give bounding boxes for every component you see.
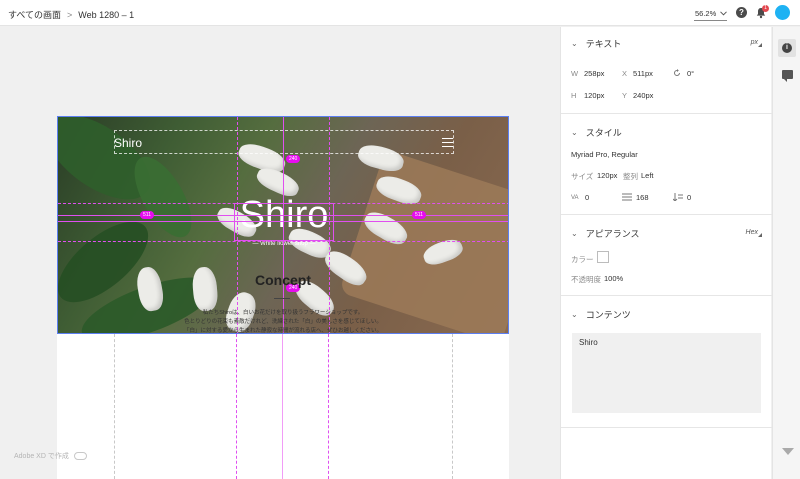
creative-cloud-icon bbox=[73, 452, 87, 460]
guide-line bbox=[58, 215, 508, 216]
guide-line bbox=[282, 334, 283, 479]
guide-line bbox=[236, 334, 237, 479]
guide-line bbox=[329, 117, 330, 333]
chevron-down-icon: ⌄ bbox=[571, 39, 578, 48]
notification-badge: 1 bbox=[762, 5, 769, 12]
zoom-underline bbox=[694, 20, 727, 21]
text-section-title: テキスト bbox=[585, 39, 622, 49]
svg-text:VA: VA bbox=[571, 195, 579, 201]
selection-box bbox=[234, 203, 334, 241]
chevron-down-icon: ⌄ bbox=[571, 310, 578, 319]
font-family-field[interactable]: Myriad Pro, Regular bbox=[571, 150, 638, 159]
content-section-title: コンテンツ bbox=[585, 310, 631, 320]
rotation-field[interactable]: 0° bbox=[687, 69, 694, 78]
corner-triangle-icon[interactable] bbox=[758, 233, 762, 237]
align-label: 整列 bbox=[623, 172, 638, 181]
y-field[interactable]: 240px bbox=[633, 91, 653, 100]
width-field[interactable]: 258px bbox=[584, 69, 604, 78]
line-spacing-icon bbox=[622, 193, 632, 201]
breadcrumb-root[interactable]: すべての画面 bbox=[8, 8, 61, 21]
char-spacing-icon: VA bbox=[571, 195, 579, 201]
hero-logo[interactable]: Shiro bbox=[114, 136, 142, 150]
paragraph-spacing-field[interactable]: 0 bbox=[687, 193, 691, 202]
artboard[interactable]: Shiro Shiro — White flower shop — 240 51… bbox=[57, 116, 509, 479]
text-section: ⌄ テキスト px W 258px X 511px 0° H 120px Y 2… bbox=[561, 27, 772, 114]
design-canvas[interactable]: Shiro Shiro — White flower shop — 240 51… bbox=[0, 27, 560, 479]
concept-text[interactable]: 私たちShiroは、白いお花だけを取り扱うフラワーショップです。 色とりどりの花… bbox=[57, 309, 509, 336]
font-size-label: サイズ bbox=[571, 172, 594, 181]
guide-line bbox=[328, 334, 329, 479]
zoom-dropdown[interactable]: 56.2% bbox=[695, 9, 728, 18]
info-icon: i bbox=[782, 43, 792, 53]
side-toolbar: i bbox=[772, 27, 800, 479]
concept-line: 「白」に対する愛から生まれた静寂な時間が流れる店へ、ぜひお越しください。 bbox=[183, 328, 382, 334]
content-text-area[interactable]: Shiro bbox=[572, 333, 761, 413]
text-section-header[interactable]: ⌄ テキスト bbox=[571, 37, 621, 50]
top-bar: すべての画面 > Web 1280 – 1 56.2% ? 1 bbox=[0, 0, 800, 26]
concept-heading[interactable]: Concept bbox=[57, 272, 509, 288]
color-label: カラー bbox=[571, 255, 594, 264]
breadcrumb-current: Web 1280 – 1 bbox=[78, 9, 135, 20]
concept-divider bbox=[274, 298, 290, 299]
measure-label-right: 511 bbox=[412, 211, 426, 219]
corner-triangle-icon[interactable] bbox=[758, 43, 762, 47]
guide-line bbox=[452, 334, 453, 479]
breadcrumb-separator: > bbox=[67, 9, 73, 20]
char-spacing-field[interactable]: 0 bbox=[585, 193, 589, 202]
zoom-value: 56.2% bbox=[695, 9, 717, 18]
style-section: ⌄ スタイル Myriad Pro, Regular サイズ 120px 整列 … bbox=[561, 114, 772, 215]
chevron-down-icon: ⌄ bbox=[571, 128, 578, 137]
guide-line bbox=[58, 203, 508, 204]
info-button[interactable]: i bbox=[778, 39, 796, 57]
guide-line bbox=[58, 241, 508, 242]
comment-icon[interactable] bbox=[782, 70, 793, 82]
avatar[interactable] bbox=[775, 5, 790, 20]
made-with-xd-label: Adobe XD で作成 bbox=[14, 453, 69, 460]
style-section-title: スタイル bbox=[585, 128, 622, 138]
guide-line bbox=[237, 117, 238, 333]
header-padding-guide bbox=[114, 130, 454, 154]
fill-color-swatch[interactable] bbox=[597, 251, 609, 263]
height-field[interactable]: 120px bbox=[584, 91, 604, 100]
measure-label-left: 511 bbox=[140, 211, 154, 219]
concept-line: 色とりどりの花束も素敵だけれど、洗練された「白」の美しさを感じてほしい。 bbox=[184, 319, 382, 325]
width-label: W bbox=[571, 69, 579, 78]
chevron-down-icon: ⌄ bbox=[571, 229, 578, 238]
measure-label-top: 240 bbox=[286, 155, 301, 163]
appearance-section: ⌄ アピアランス Hex カラー 不透明度 100% bbox=[561, 215, 772, 296]
hamburger-menu-icon[interactable] bbox=[442, 138, 453, 150]
property-inspector: ⌄ テキスト px W 258px X 511px 0° H 120px Y 2… bbox=[560, 27, 772, 479]
height-label: H bbox=[571, 91, 577, 100]
guide-line bbox=[114, 334, 115, 479]
guide-line bbox=[283, 117, 284, 333]
filter-icon[interactable] bbox=[782, 448, 794, 455]
x-field[interactable]: 511px bbox=[633, 69, 653, 78]
font-size-field[interactable]: 120px bbox=[597, 171, 617, 180]
x-label: X bbox=[622, 69, 628, 78]
content-section-header[interactable]: ⌄ コンテンツ bbox=[571, 308, 631, 321]
help-icon[interactable]: ? bbox=[736, 7, 747, 18]
unit-label: px bbox=[750, 39, 758, 46]
line-spacing-field[interactable]: 168 bbox=[636, 193, 649, 202]
chevron-down-icon bbox=[720, 11, 728, 16]
color-mode-label[interactable]: Hex bbox=[746, 229, 758, 236]
y-label: Y bbox=[622, 91, 628, 100]
appearance-section-title: アピアランス bbox=[585, 229, 640, 239]
hero-image[interactable]: Shiro Shiro — White flower shop — 240 51… bbox=[57, 116, 509, 334]
align-field[interactable]: Left bbox=[641, 171, 654, 180]
paragraph-spacing-icon bbox=[673, 193, 683, 201]
guide-line bbox=[58, 221, 508, 222]
made-with-xd-badge: Adobe XD で作成 bbox=[14, 451, 87, 461]
rotate-icon bbox=[674, 69, 680, 76]
breadcrumb: すべての画面 > Web 1280 – 1 bbox=[8, 8, 134, 21]
opacity-field[interactable]: 100% bbox=[604, 274, 623, 283]
opacity-label: 不透明度 bbox=[571, 275, 601, 284]
concept-line: 私たちShiroは、白いお花だけを取り扱うフラワーショップです。 bbox=[202, 310, 364, 316]
style-section-header[interactable]: ⌄ スタイル bbox=[571, 126, 622, 139]
appearance-section-header[interactable]: ⌄ アピアランス bbox=[571, 227, 640, 240]
